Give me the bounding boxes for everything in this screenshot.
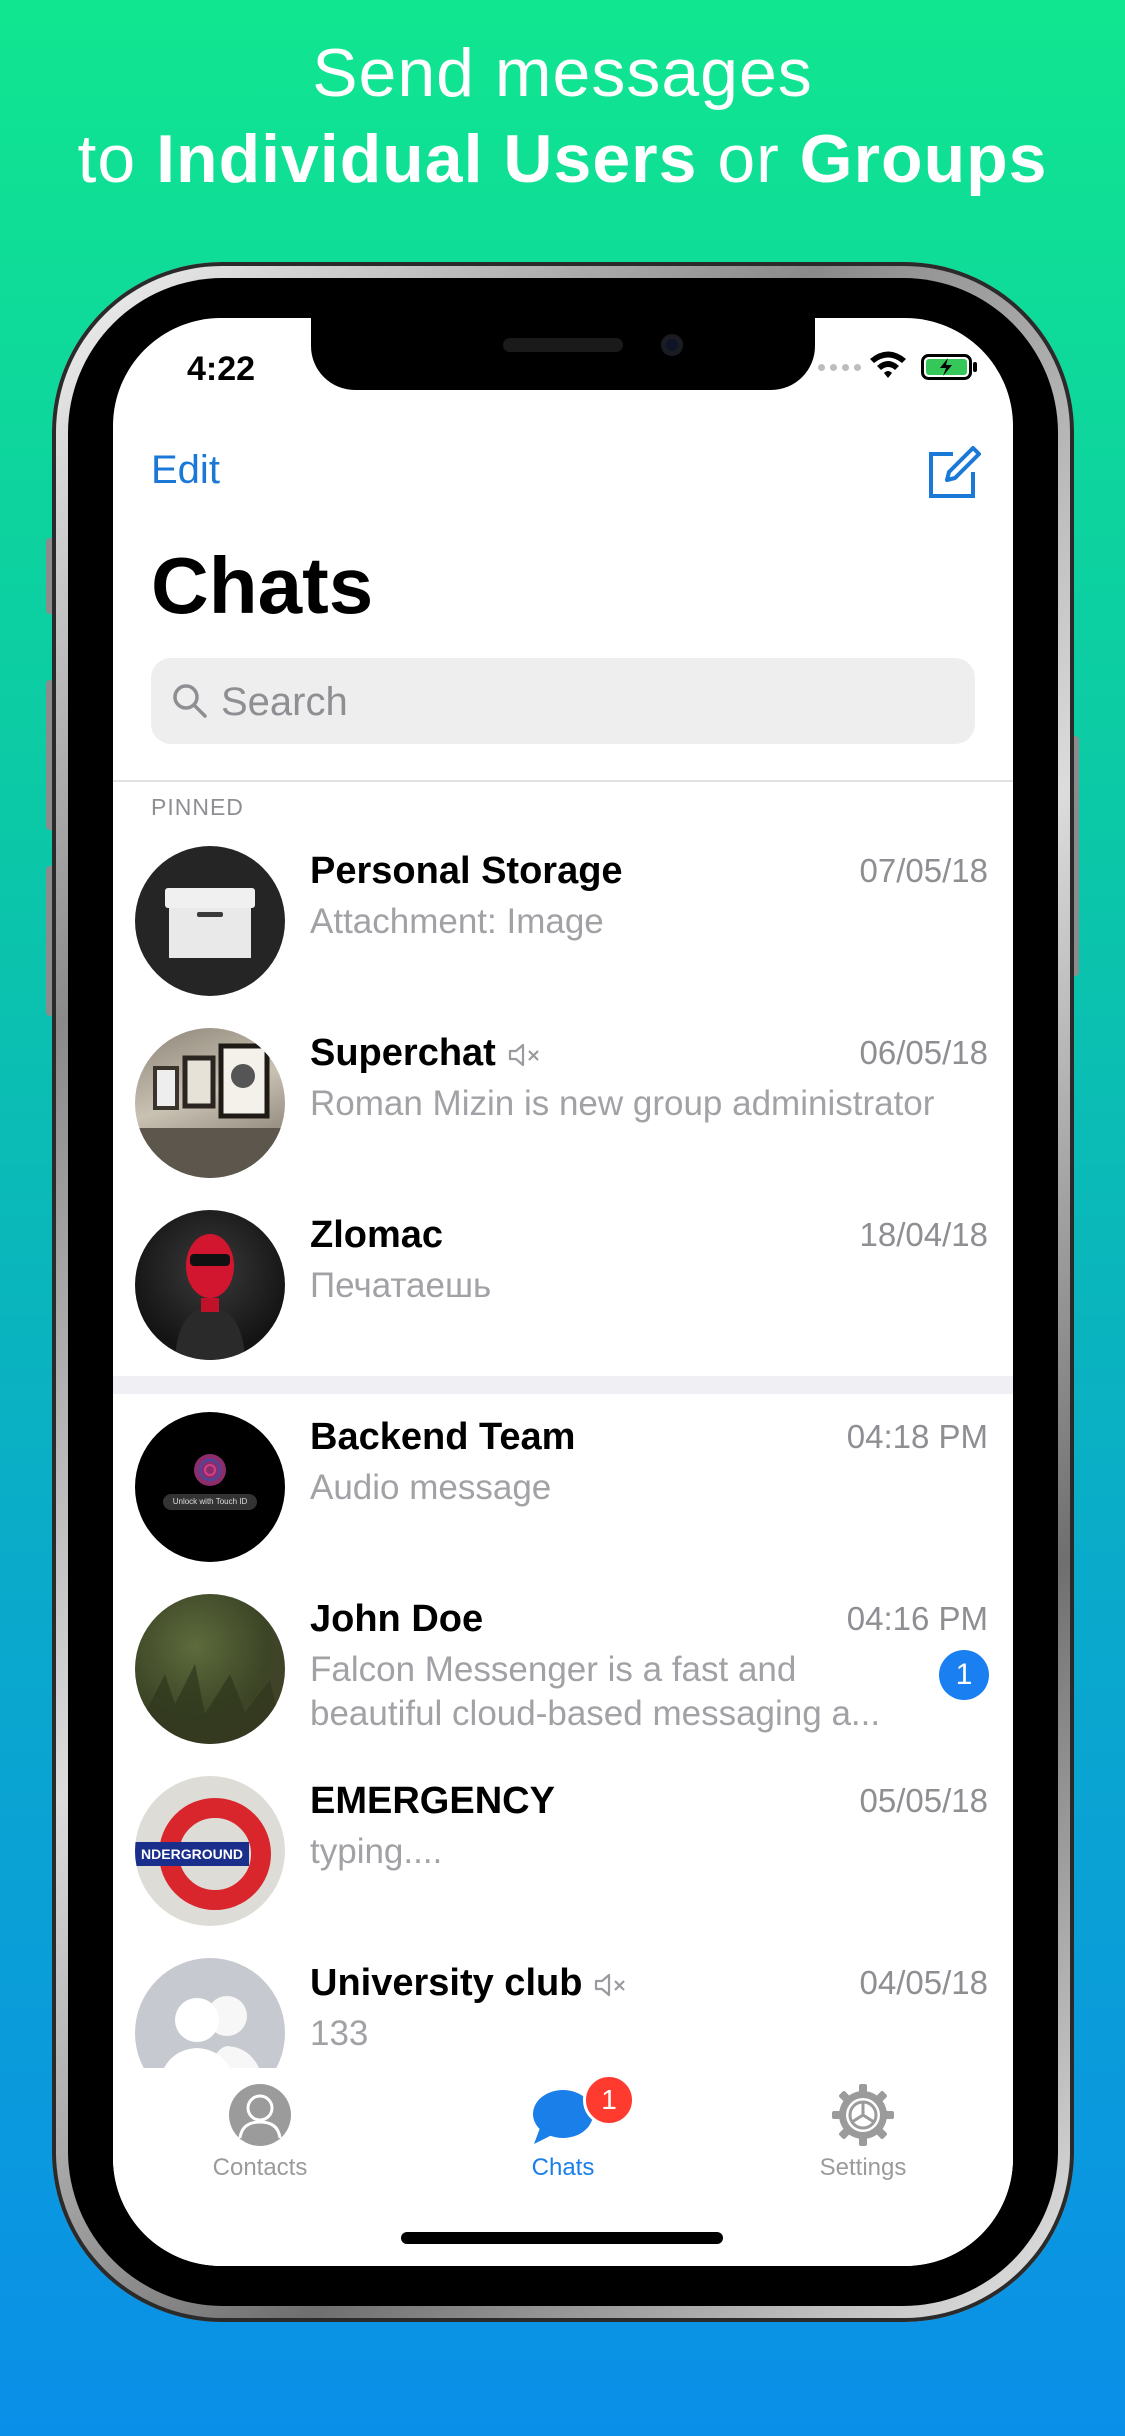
chat-date: 18/04/18	[859, 1216, 988, 1253]
chat-preview: typing....	[310, 1832, 443, 1871]
section-separator	[113, 1376, 1013, 1394]
promo-headline: Send messages to Individual Users or Gro…	[0, 30, 1125, 202]
archive-box-icon	[165, 888, 255, 958]
wifi-icon	[870, 351, 906, 378]
avatar	[135, 1210, 285, 1360]
avatar	[135, 1028, 285, 1178]
headline-text: or	[697, 121, 800, 197]
avatar: NDERGROUND	[135, 1776, 285, 1926]
underground-sign-text: NDERGROUND	[141, 1846, 243, 1862]
front-camera	[661, 334, 683, 356]
speaker-grille	[503, 338, 623, 352]
chat-name: John Doe	[310, 1598, 484, 1640]
photo-frames-image	[135, 1043, 285, 1178]
chat-preview: Печатаешь	[310, 1266, 492, 1305]
chat-date: 04:18 PM	[846, 1418, 988, 1455]
chat-date: 04/05/18	[859, 1964, 988, 2001]
tab-label: Settings	[819, 2154, 907, 2181]
tab-contacts[interactable]: Contacts	[160, 2082, 360, 2182]
headline-line-2: to Individual Users or Groups	[0, 116, 1125, 202]
chat-row-emergency[interactable]: NDERGROUND EMERGENCY 05/05/18 typing....	[113, 1776, 1013, 1958]
search-input[interactable]	[219, 658, 923, 746]
person-red-mask-image	[175, 1234, 245, 1360]
headline-bold: Individual Users	[156, 121, 698, 197]
chat-preview: Roman Mizin is new group administrator	[310, 1084, 935, 1123]
tab-label: Contacts	[212, 2154, 308, 2181]
notch	[311, 318, 815, 390]
battery-icon	[921, 354, 977, 380]
fingerprint-icon	[163, 1454, 257, 1510]
unread-badge: 1	[939, 1650, 989, 1700]
chat-preview: Audio message	[310, 1468, 552, 1507]
chat-date: 05/05/18	[859, 1782, 988, 1819]
chat-name: EMERGENCY	[310, 1780, 555, 1822]
search-bar[interactable]	[151, 658, 975, 746]
chat-row-personal-storage[interactable]: Personal Storage 07/05/18 Attachment: Im…	[113, 846, 1013, 1028]
headline-line-1: Send messages	[312, 35, 813, 111]
chat-name: Backend Team	[310, 1416, 576, 1458]
chat-row-john-doe[interactable]: John Doe 04:16 PM Falcon Messenger is a …	[113, 1594, 1013, 1776]
mute-icon	[595, 1973, 626, 1997]
tab-badge: 1	[583, 2074, 635, 2126]
avatar: Unlock with Touch ID	[135, 1412, 285, 1562]
chat-preview: Falcon Messenger is a fast and beautiful…	[310, 1648, 910, 1736]
gear-icon	[832, 2084, 894, 2146]
status-time: 4:22	[187, 350, 256, 388]
search-icon	[173, 684, 207, 718]
chat-name-text: University club	[310, 1962, 583, 2004]
headline-bold: Groups	[799, 121, 1048, 197]
chat-preview-line: beautiful cloud-based messaging a...	[310, 1694, 881, 1733]
chat-preview: Attachment: Image	[310, 902, 604, 941]
chat-preview-line: Falcon Messenger is a fast and	[310, 1650, 797, 1689]
chat-name: Zlomac	[310, 1214, 444, 1256]
divider	[113, 780, 1013, 782]
chat-preview: 133	[310, 2014, 369, 2053]
edit-button[interactable]: Edit	[151, 448, 220, 493]
compose-icon[interactable]	[925, 446, 981, 502]
chat-name: Personal Storage	[310, 850, 623, 892]
chat-date: 04:16 PM	[846, 1600, 988, 1637]
mute-icon	[508, 1043, 539, 1067]
grass-photo-image	[135, 1664, 285, 1744]
tab-chats[interactable]: Chats 1	[463, 2074, 663, 2182]
page-title: Chats	[151, 541, 374, 630]
chat-row-superchat[interactable]: Superchat 06/05/18 Roman Mizin is new gr…	[113, 1028, 1013, 1210]
tab-settings[interactable]: Settings	[763, 2082, 963, 2182]
chat-name: Superchat	[310, 1032, 542, 1075]
chat-name: University club	[310, 1962, 628, 2005]
avatar	[135, 846, 285, 996]
tab-label: Chats	[531, 2154, 595, 2181]
home-indicator[interactable]	[401, 2232, 723, 2244]
chat-row-zlomac[interactable]: Zlomac 18/04/18 Печатаешь	[113, 1210, 1013, 1392]
signal-icon	[818, 364, 861, 371]
contacts-icon	[229, 2084, 291, 2146]
chat-date: 07/05/18	[859, 852, 988, 889]
phone-screen: 4:22 Edit Chats PINNED Pe	[113, 318, 1013, 2266]
chat-date: 06/05/18	[859, 1034, 988, 1071]
chat-name-text: Superchat	[310, 1032, 496, 1074]
headline-text: to	[77, 121, 157, 197]
touch-id-label: Unlock with Touch ID	[172, 1497, 248, 1506]
section-label-pinned: PINNED	[151, 794, 244, 820]
chat-row-backend-team[interactable]: Unlock with Touch ID Backend Team 04:18 …	[113, 1412, 1013, 1594]
avatar	[135, 1594, 285, 1744]
